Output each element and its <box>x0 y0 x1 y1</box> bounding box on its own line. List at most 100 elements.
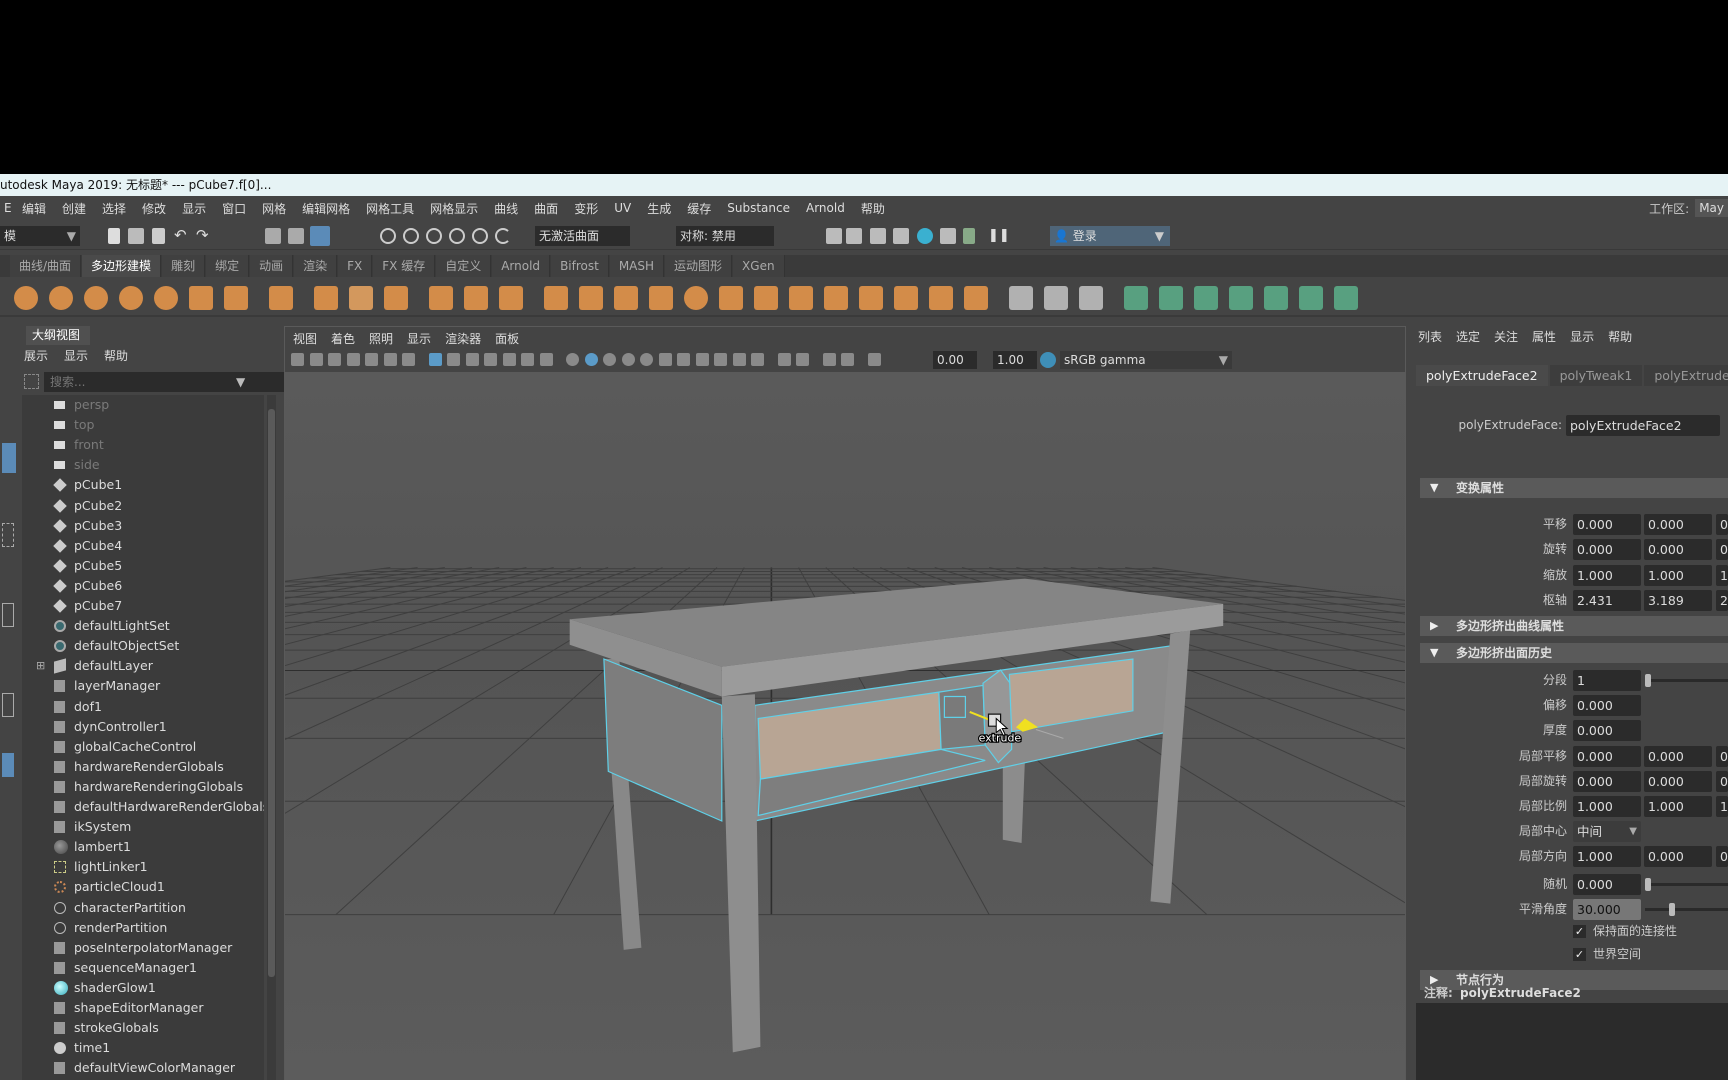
menu-item[interactable]: 缓存 <box>679 200 719 217</box>
attr-value-field[interactable]: 0.000 <box>1644 514 1712 535</box>
attr-value-field[interactable]: 1.000 <box>1644 564 1712 586</box>
render-sequence-icon[interactable] <box>846 228 862 244</box>
color-management-toggle-icon[interactable] <box>1040 352 1056 368</box>
planar-uv-icon[interactable] <box>1079 286 1103 310</box>
wireframe-icon[interactable] <box>566 353 579 366</box>
shelf-tab[interactable]: FX 缓存 <box>373 255 436 277</box>
super-shape-icon[interactable] <box>314 286 338 310</box>
resolution-gate-icon[interactable] <box>465 353 479 366</box>
screen-space-ao-icon[interactable] <box>695 353 709 366</box>
attr-dropdown[interactable]: 中间 ▼ <box>1573 821 1641 843</box>
film-gate-icon[interactable] <box>447 353 460 366</box>
cylindrical-uv-icon[interactable] <box>1124 286 1148 310</box>
attr-value-field[interactable]: 0.000 <box>1644 846 1712 868</box>
viewport-menu-item[interactable]: 显示 <box>407 330 431 348</box>
render-frame-icon[interactable] <box>826 228 842 244</box>
menu-item[interactable]: 变形 <box>566 200 606 217</box>
attr-value-field[interactable]: 0.000 <box>1573 514 1641 535</box>
xray-icon[interactable] <box>796 353 809 366</box>
viewport-menu-item[interactable]: 着色 <box>331 330 355 348</box>
section-header[interactable]: ▶ 多边形挤出曲线属性 <box>1420 616 1728 636</box>
login-dropdown[interactable]: 👤 登录 ▼ <box>1050 226 1170 246</box>
offset-loop-icon[interactable] <box>1044 286 1068 310</box>
center-pivot-icon[interactable] <box>464 286 488 310</box>
outliner-menu-item[interactable]: 展示 <box>24 347 48 365</box>
live-surface-field[interactable]: 无激活曲面 <box>535 226 630 246</box>
boolean-icon[interactable] <box>649 286 673 310</box>
cone-icon[interactable] <box>119 286 143 310</box>
quad-draw-icon[interactable] <box>964 286 988 310</box>
menu-item[interactable]: 选择 <box>94 200 134 217</box>
exposure-icon[interactable] <box>867 353 881 366</box>
attr-value-field[interactable]: 0.000 <box>1573 695 1641 717</box>
menu-set-dropdown[interactable]: 模 ▼ <box>0 226 80 246</box>
separate-icon[interactable] <box>579 286 603 310</box>
checkbox[interactable]: ✓ <box>1573 948 1586 961</box>
symmetry-field[interactable]: 对称: 禁用 <box>676 226 774 246</box>
arnold-render-icon[interactable] <box>963 228 975 244</box>
filter-icon[interactable] <box>24 374 39 389</box>
shelf-tab[interactable]: XGen <box>733 255 785 277</box>
shelf-tab[interactable]: 曲线/曲面 <box>10 255 82 277</box>
back-right-leg[interactable] <box>1002 760 1025 843</box>
shelf-tab[interactable]: 渲染 <box>294 255 338 277</box>
viewport-3d-view[interactable]: extrude <box>285 372 1405 1080</box>
lasso-tool-icon[interactable] <box>2 523 14 547</box>
xray-joints-icon[interactable] <box>822 353 836 366</box>
menu-item[interactable]: 编辑 <box>14 200 54 217</box>
textured-icon[interactable] <box>640 353 653 366</box>
extrude-icon[interactable] <box>754 286 778 310</box>
combine-icon[interactable] <box>544 286 568 310</box>
hypershade-icon[interactable] <box>917 228 933 244</box>
outliner-scrollbar[interactable] <box>267 395 276 1080</box>
attr-slider[interactable] <box>1645 679 1728 682</box>
new-scene-icon[interactable] <box>108 228 120 244</box>
render-view-icon[interactable] <box>940 228 956 244</box>
select-object-icon[interactable] <box>288 228 304 244</box>
attr-value-field[interactable]: 2 <box>1716 589 1728 611</box>
select-component-icon[interactable] <box>310 226 330 246</box>
attr-value-field[interactable]: 0 <box>1716 745 1728 767</box>
grease-pencil-icon[interactable] <box>402 353 415 366</box>
ipr-render-icon[interactable] <box>870 228 886 244</box>
smooth-icon[interactable] <box>614 286 638 310</box>
shelf-tab[interactable]: 雕刻 <box>162 255 206 277</box>
attr-value-field[interactable]: 3.189 <box>1644 589 1712 611</box>
fill-hole-icon[interactable] <box>824 286 848 310</box>
front-left-leg[interactable] <box>721 694 761 1053</box>
edge-loop-icon[interactable] <box>1009 286 1033 310</box>
unfold-icon[interactable] <box>1229 286 1253 310</box>
menu-item[interactable]: 显示 <box>174 200 214 217</box>
anti-aliasing-icon[interactable] <box>732 353 746 366</box>
bookmarks-icon[interactable] <box>346 353 360 366</box>
cylinder-icon[interactable] <box>84 286 108 310</box>
attr-value-field[interactable]: 0 <box>1716 770 1728 792</box>
attr-value-field[interactable]: 0 <box>1716 846 1728 868</box>
attr-value-field[interactable]: 1.000 <box>1573 846 1641 868</box>
isolate-select-icon[interactable] <box>777 353 791 366</box>
snap-vertex-icon[interactable] <box>495 228 511 244</box>
bridge-icon[interactable] <box>719 286 743 310</box>
append-icon[interactable] <box>789 286 813 310</box>
undo-icon[interactable]: ↶ <box>174 228 190 244</box>
use-all-lights-icon[interactable] <box>658 353 672 366</box>
outliner-search-input[interactable] <box>44 372 294 392</box>
attr-value-field[interactable]: 0.000 <box>1573 720 1641 742</box>
camera-attributes-icon[interactable] <box>328 353 341 366</box>
cube-icon[interactable] <box>49 286 73 310</box>
select-hierarchy-icon[interactable] <box>265 228 281 244</box>
attr-value-field[interactable]: 1 <box>1716 796 1728 817</box>
outliner-menu-item[interactable]: 帮助 <box>104 347 128 365</box>
svg-icon[interactable] <box>384 286 408 310</box>
menu-item[interactable]: 曲面 <box>526 200 566 217</box>
shelf-tab[interactable]: 自定义 <box>436 255 492 277</box>
menu-item[interactable]: 曲线 <box>486 200 526 217</box>
workspace-dropdown[interactable]: May <box>1695 199 1728 217</box>
shelf-tab[interactable]: 多边形建模 <box>82 255 162 277</box>
default-material-icon[interactable] <box>603 353 616 366</box>
smooth-shade-icon[interactable] <box>584 353 598 366</box>
viewport-menu-item[interactable]: 渲染器 <box>445 330 481 348</box>
attr-slider[interactable] <box>1645 882 1728 886</box>
attr-value-field[interactable]: 2.431 <box>1573 589 1641 611</box>
shelf-tab[interactable]: 动画 <box>250 255 294 277</box>
